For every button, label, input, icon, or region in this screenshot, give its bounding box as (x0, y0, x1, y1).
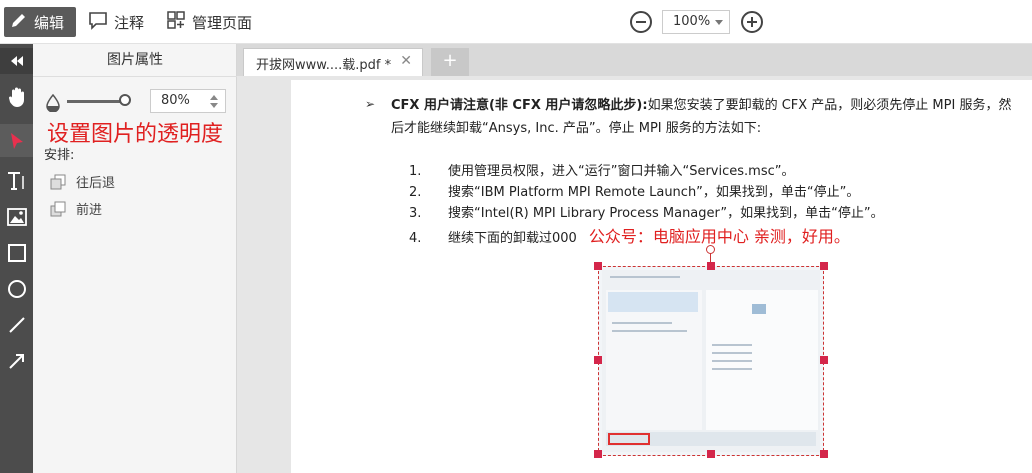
arrow-tool-button[interactable] (0, 344, 33, 377)
select-tool-button[interactable] (0, 124, 33, 157)
circle-icon (7, 279, 26, 298)
send-backward-label: 往后退 (76, 176, 116, 191)
spin-up-icon[interactable] (210, 95, 218, 100)
zoom-in-icon[interactable] (741, 11, 763, 33)
hand-tool-button[interactable] (0, 80, 33, 113)
send-backward-icon (50, 174, 66, 189)
collapse-panel-button[interactable] (0, 48, 33, 74)
watermark-text: 公众号：电脑应用中心 亲测，好用。 (588, 227, 850, 246)
note-heading-bold: CFX 用户请注意(非 CFX 用户请忽略此步): (391, 98, 648, 113)
bring-forward-label: 前进 (76, 203, 103, 218)
resize-handle-s[interactable] (707, 450, 715, 458)
list-item: 2. 搜索“IBM Platform MPI Remote Launch”，如果找… (409, 185, 860, 200)
spin-down-icon[interactable] (210, 103, 218, 108)
chevron-down-icon (715, 20, 723, 25)
rectangle-tool-button[interactable] (0, 236, 33, 269)
ellipse-tool-button[interactable] (0, 272, 33, 305)
list-item: 3. 搜索“Intel(R) MPI Library Process Manage… (409, 206, 884, 221)
image-search-highlight (608, 433, 650, 445)
opacity-drop-icon (45, 93, 61, 116)
manage-pages-button[interactable]: 管理页面 (166, 7, 252, 37)
list-item: 1. 使用管理员权限，进入“运行”窗口并输入“Services.msc”。 (409, 164, 795, 179)
close-icon[interactable]: ✕ (400, 53, 412, 69)
resize-handle-se[interactable] (820, 450, 828, 458)
resize-handle-e[interactable] (820, 356, 828, 364)
tool-rail (0, 44, 33, 473)
text-tool-button[interactable] (0, 164, 33, 197)
add-tab-button[interactable]: + (431, 48, 469, 76)
bring-forward-icon (50, 201, 66, 216)
tab-document-label: 开拔网www....载.pdf * (256, 58, 392, 73)
annotate-mode-label: 注释 (114, 13, 145, 32)
image-content (602, 270, 820, 452)
opacity-slider-handle[interactable] (119, 94, 131, 106)
zoom-out-icon[interactable] (630, 11, 652, 33)
pencil-icon (10, 11, 28, 33)
resize-handle-n[interactable] (707, 262, 715, 270)
document-viewport: ➢ CFX 用户请注意(非 CFX 用户请忽略此步):如果您安装了要卸载的 CF… (237, 76, 1032, 473)
rotate-handle[interactable] (706, 245, 715, 254)
pdf-page: ➢ CFX 用户请注意(非 CFX 用户请忽略此步):如果您安装了要卸载的 CF… (291, 80, 1032, 473)
hand-icon (8, 87, 24, 107)
line-tool-button[interactable] (0, 308, 33, 341)
text-tool-icon (7, 171, 24, 190)
annotate-mode-button[interactable]: 注释 (88, 7, 144, 37)
list-item: 4. 继续下面的卸载过000 公众号：电脑应用中心 亲测，好用。 (409, 227, 850, 246)
resize-handle-nw[interactable] (594, 262, 602, 270)
edit-mode-label: 编辑 (34, 13, 65, 32)
panel-title: 图片属性 (33, 44, 237, 77)
image-highlight-row (608, 292, 698, 312)
opacity-value: 80% (161, 93, 190, 108)
send-backward-button[interactable]: 往后退 (50, 172, 115, 191)
resize-handle-ne[interactable] (820, 262, 828, 270)
opacity-input[interactable]: 80% (150, 89, 226, 113)
rectangle-icon (7, 243, 26, 262)
edit-mode-button[interactable]: 编辑 (4, 7, 76, 37)
image-icon (6, 207, 27, 226)
note-paragraph: CFX 用户请注意(非 CFX 用户请忽略此步):如果您安装了要卸载的 CFX … (365, 94, 1015, 140)
comment-icon (88, 10, 108, 34)
resize-handle-sw[interactable] (594, 450, 602, 458)
bring-forward-button[interactable]: 前进 (50, 199, 102, 218)
cursor-arrow-icon (10, 132, 23, 149)
zoom-level-value: 100% (673, 14, 711, 29)
zoom-level-select[interactable]: 100% (662, 10, 730, 34)
tab-document[interactable]: 开拔网www....载.pdf * ✕ (243, 48, 423, 76)
grid-pages-icon (166, 10, 186, 34)
document-tabstrip: 开拔网www....载.pdf * ✕ + (237, 44, 1032, 76)
image-properties-panel: 图片属性 80% 设置图片的透明度 安排: 往后退 前进 (33, 44, 237, 473)
double-chevron-left-icon (10, 56, 23, 66)
manage-pages-label: 管理页面 (192, 13, 253, 32)
line-icon (8, 316, 25, 333)
resize-handle-w[interactable] (594, 356, 602, 364)
arrange-label: 安排: (44, 148, 75, 163)
selected-image[interactable] (598, 266, 824, 456)
arrow-icon (8, 353, 24, 369)
top-toolbar: 编辑 注释 管理页面 100% (0, 0, 1032, 44)
image-tool-button[interactable] (0, 200, 33, 233)
